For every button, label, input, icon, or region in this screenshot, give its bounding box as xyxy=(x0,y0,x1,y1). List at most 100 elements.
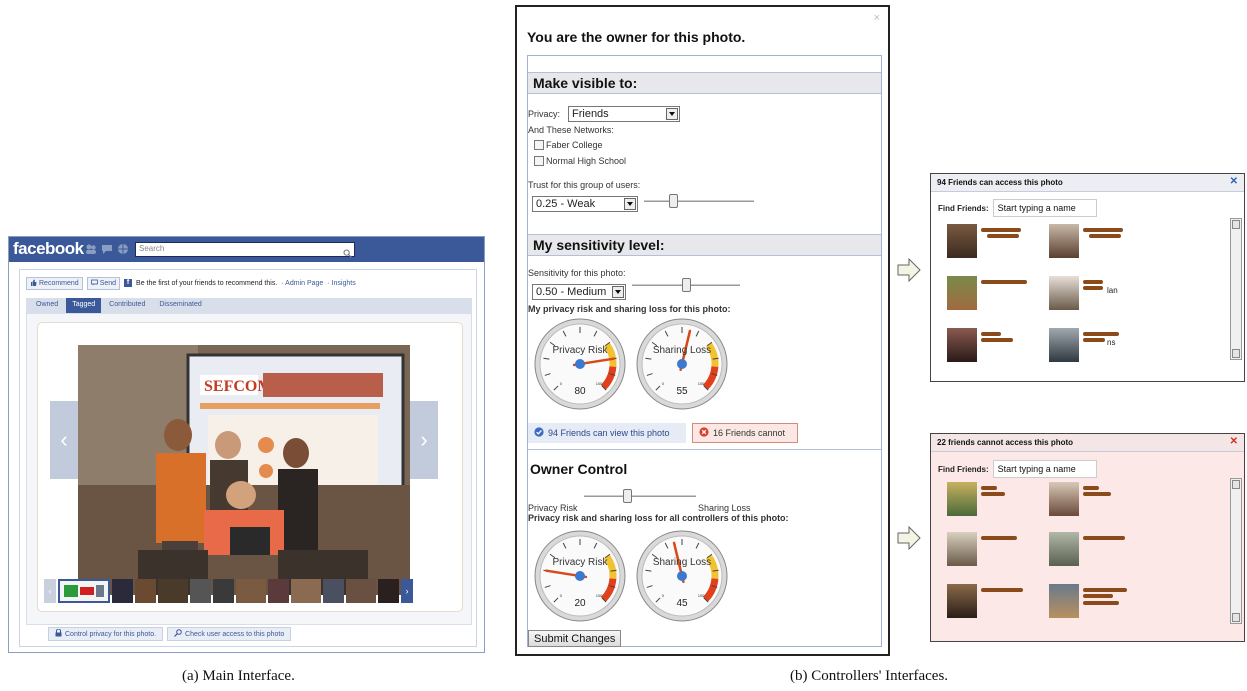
friend-avatar xyxy=(1049,328,1079,362)
sensitivity-select[interactable]: 0.50 - Medium xyxy=(532,284,626,300)
friend-entry[interactable]: ns xyxy=(1049,328,1144,366)
trust-slider[interactable] xyxy=(644,194,754,208)
owner-control-slider[interactable] xyxy=(584,489,696,503)
friend-entry[interactable] xyxy=(947,224,1042,262)
photo-frame: SEFCOM ‹ › ‹ › xyxy=(37,322,463,612)
scrollbar[interactable] xyxy=(1230,218,1242,360)
scroll-up-icon[interactable] xyxy=(1232,220,1240,229)
slider-track xyxy=(644,200,754,202)
tab-tagged[interactable]: Tagged xyxy=(66,298,102,313)
notifications-icon[interactable] xyxy=(117,243,129,255)
send-label: Send xyxy=(99,279,117,287)
facebook-logo[interactable]: facebook xyxy=(13,239,84,259)
thumbnail-selected[interactable] xyxy=(58,579,110,603)
network-checkbox-faber[interactable] xyxy=(534,140,544,150)
privacy-select[interactable]: Friends xyxy=(568,106,680,122)
check-access-button[interactable]: Check user access to this photo xyxy=(167,627,292,641)
all-sharing-loss-gauge: 0 100 Sharing Loss 45 xyxy=(636,530,728,622)
scroll-up-icon[interactable] xyxy=(1232,480,1240,489)
thumbnail[interactable] xyxy=(213,579,234,603)
slider-thumb[interactable] xyxy=(669,194,679,208)
trust-select[interactable]: 0.25 - Weak xyxy=(532,196,638,212)
friend-avatar xyxy=(947,276,977,310)
thumbnail[interactable] xyxy=(291,579,321,603)
facebook-f-icon: f xyxy=(124,279,133,287)
find-friends-input[interactable]: Start typing a name xyxy=(992,199,1097,217)
my-risk-heading: My privacy risk and sharing loss for thi… xyxy=(528,304,731,314)
friend-entry[interactable] xyxy=(947,532,1042,570)
close-icon[interactable]: × xyxy=(874,12,880,24)
thumbnail[interactable] xyxy=(135,579,156,603)
thumbnail[interactable] xyxy=(112,579,133,603)
scroll-down-icon[interactable] xyxy=(1232,349,1240,358)
thumbnail[interactable] xyxy=(158,579,188,603)
group-photo[interactable]: SEFCOM xyxy=(78,345,410,595)
tab-disseminated[interactable]: Disseminated xyxy=(153,298,207,313)
friend-entry[interactable] xyxy=(1049,584,1144,622)
friends-cannot-button[interactable]: 16 Friends cannot xyxy=(692,423,798,443)
chevron-down-icon[interactable] xyxy=(666,108,678,120)
redacted-name xyxy=(1083,332,1119,336)
friends-can-view-button[interactable]: 94 Friends can view this photo xyxy=(528,423,686,443)
sensitivity-slider[interactable] xyxy=(632,278,740,292)
control-privacy-button[interactable]: Control privacy for this photo. xyxy=(48,627,164,641)
friend-requests-icon[interactable] xyxy=(85,243,97,255)
redacted-name xyxy=(981,280,1027,284)
owner-slider-right-label: Sharing Loss xyxy=(698,503,751,513)
friend-entry[interactable] xyxy=(947,584,1042,622)
thumbnails-prev-button[interactable]: ‹ xyxy=(44,579,56,603)
gauge-label: Sharing Loss xyxy=(652,345,712,356)
owner-slider-left-label: Privacy Risk xyxy=(528,503,578,513)
tab-owned[interactable]: Owned xyxy=(30,298,64,313)
owner-settings-panel: Make visible to: Privacy: Friends And Th… xyxy=(527,55,882,647)
redacted-name xyxy=(1083,588,1127,592)
find-friends-input[interactable]: Start typing a name xyxy=(992,460,1097,478)
friend-entry[interactable] xyxy=(947,482,1042,520)
section-divider xyxy=(528,449,881,450)
next-photo-arrow[interactable]: › xyxy=(410,401,438,479)
friend-entry[interactable] xyxy=(1049,482,1144,520)
submit-changes-button[interactable]: Submit Changes xyxy=(528,630,622,647)
facebook-search-input[interactable]: Search xyxy=(135,242,355,257)
my-privacy-risk-gauge: 0 100 Privacy Risk 80 xyxy=(534,318,626,410)
insights-link[interactable]: · Insights xyxy=(327,280,355,287)
photo-actions: Control privacy for this photo. Check us… xyxy=(48,627,292,641)
scroll-down-icon[interactable] xyxy=(1232,613,1240,622)
sensitivity-section-header: My sensitivity level: xyxy=(528,234,881,256)
tab-contributed[interactable]: Contributed xyxy=(103,298,151,313)
search-icon[interactable] xyxy=(343,245,352,258)
chevron-down-icon[interactable] xyxy=(612,286,624,298)
thumbnail[interactable] xyxy=(346,579,376,603)
thumbnail[interactable] xyxy=(323,579,344,603)
thumbnail[interactable] xyxy=(236,579,266,603)
recommend-button[interactable]: Recommend xyxy=(26,276,83,290)
friend-entry[interactable] xyxy=(1049,224,1144,262)
thumbnail[interactable] xyxy=(268,579,289,603)
lock-icon xyxy=(55,628,62,639)
previous-photo-arrow[interactable]: ‹ xyxy=(50,401,78,479)
send-button[interactable]: Send xyxy=(86,276,121,290)
friend-entry[interactable] xyxy=(1049,532,1144,570)
cannot-access-popup: 22 friends cannot access this photo ✕ Fi… xyxy=(930,433,1245,642)
scrollbar[interactable] xyxy=(1230,478,1242,624)
friend-avatar xyxy=(947,584,977,618)
admin-page-link[interactable]: · Admin Page xyxy=(281,280,323,287)
slider-thumb[interactable] xyxy=(623,489,633,503)
find-friends-label: Find Friends: xyxy=(938,203,989,213)
redacted-name xyxy=(981,492,1005,496)
thumbnail[interactable] xyxy=(378,579,399,603)
close-icon[interactable]: ✕ xyxy=(1230,436,1238,447)
slider-thumb[interactable] xyxy=(681,278,691,292)
thumbnail[interactable] xyxy=(190,579,211,603)
friend-entry[interactable] xyxy=(947,276,1042,314)
messages-icon[interactable] xyxy=(101,243,113,255)
chevron-down-icon[interactable] xyxy=(624,198,636,210)
name-fragment: lan xyxy=(1107,286,1118,295)
facebook-main-interface: facebook Search Recommend Send f Be the … xyxy=(8,236,485,653)
network-checkbox-normal[interactable] xyxy=(534,156,544,166)
friend-entry[interactable]: lan xyxy=(1049,276,1144,314)
close-icon[interactable]: ✕ xyxy=(1230,176,1238,187)
recommend-label: Recommend xyxy=(39,279,79,287)
friend-entry[interactable] xyxy=(947,328,1042,366)
thumbnails-next-button[interactable]: › xyxy=(401,579,413,603)
